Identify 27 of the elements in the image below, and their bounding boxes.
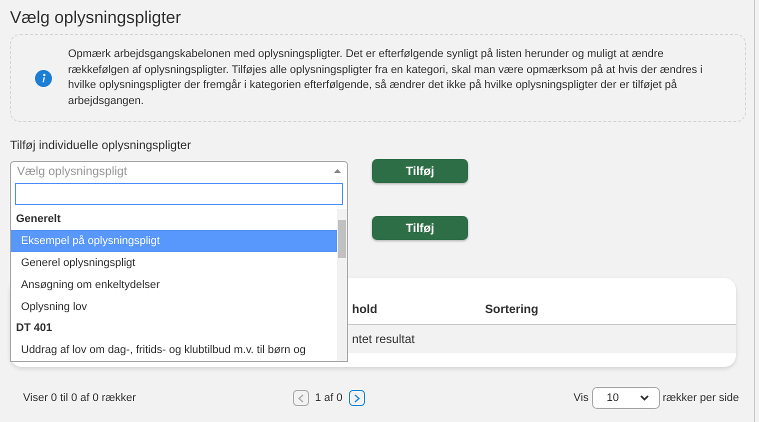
add-button[interactable]: Tilføj: [372, 159, 468, 183]
add-button[interactable]: Tilføj: [372, 216, 468, 240]
group-heading: DT 401: [15, 321, 54, 336]
row-summary: Viser 0 til 0 af 0 rækker: [23, 392, 137, 404]
search-field[interactable]: [15, 183, 343, 205]
page-title: Vælg oplysningspligter: [10, 8, 182, 28]
chevron-down-icon: [640, 395, 649, 401]
scrollbar[interactable]: [337, 209, 347, 361]
page-size-select[interactable]: 10: [592, 387, 660, 409]
page-size-suffix: rækker per side: [662, 392, 739, 404]
dropdown-option[interactable]: Generel oplysningspligt: [11, 252, 337, 274]
column-header: Sortering: [485, 302, 538, 316]
dropdown-option[interactable]: Uddrag af lov om dag-, fritids- og klubtilbud m.v. til børn og: [11, 339, 337, 361]
info-icon: [35, 70, 52, 86]
dropdown-option[interactable]: Oplysning lov: [11, 296, 337, 318]
dropdown-option[interactable]: Ansøgning om enkeltydelser: [11, 274, 337, 296]
chevron-right-icon: [354, 394, 360, 402]
caret-icon: [334, 169, 341, 173]
info-text: Opmærk arbejdsgangskabelonen med oplysningspligter. Det er efterfølgende synligt på listen herunder og muligt at ændre rækkefølgen af oplysningspligter. Tilføjes alle oplysningspligter fra en kategori, skal man være opmærksom på at hvis der ændres i hvilke oplysningspligter der fremgår i kategorien efterfølgende, så ændrer det ikke på hvilke oplysningspligter der er tilføjet på arbejdsgangen.: [68, 47, 704, 108]
chevron-left-icon: [298, 394, 304, 402]
page-indicator: 1 af 0: [315, 392, 343, 404]
next-page-button[interactable]: [348, 390, 365, 406]
empty-text: ntet resultat: [352, 332, 415, 346]
page-size-label: Vis: [573, 392, 589, 404]
group-heading: Generelt: [15, 212, 62, 227]
column-header: hold: [352, 302, 378, 316]
section-label: Tilføj individuelle oplysningspligter: [10, 138, 192, 152]
